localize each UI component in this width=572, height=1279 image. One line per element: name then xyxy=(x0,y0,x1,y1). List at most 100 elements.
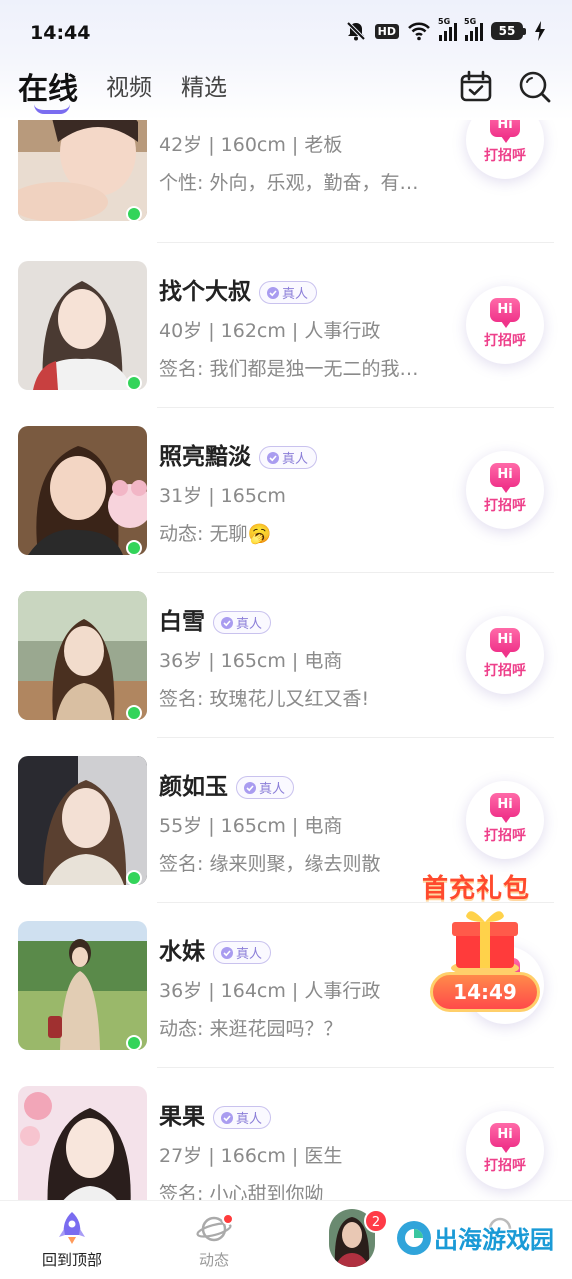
list-item[interactable]: 找个大叔 真人 40岁 | 162cm | 人事行政 签名: 我们都是独一无二的我… xyxy=(0,242,572,408)
user-name: 颜如玉 真人 xyxy=(159,767,295,801)
verified-seal-icon xyxy=(244,781,256,794)
greet-button[interactable]: Hi 打招呼 xyxy=(466,120,544,179)
online-status-dot xyxy=(126,870,142,886)
user-info: 36岁 | 164cm | 人事行政 xyxy=(159,980,381,1002)
watermark-text: 出海游戏园 xyxy=(434,1226,554,1254)
hi-bubble-icon: Hi xyxy=(490,463,520,493)
user-info: 55岁 | 165cm | 电商 xyxy=(159,815,343,837)
greet-label: 打招呼 xyxy=(484,828,526,844)
user-name: 白雪 真人 xyxy=(159,602,272,636)
greet-button[interactable]: Hi 打招呼 xyxy=(466,616,544,694)
list-item[interactable]: 果果 真人 27岁 | 166cm | 医生 签名: 小心甜到你呦 Hi 打招呼 xyxy=(0,1067,572,1200)
user-avatar[interactable] xyxy=(18,921,147,1050)
message-count-badge: 2 xyxy=(364,1209,388,1233)
verified-badge: 真人 xyxy=(213,1106,272,1129)
tab-online[interactable]: 在线 xyxy=(18,64,78,108)
user-list: 42岁 | 160cm | 老板 个性: 外向，乐观，勤奋，有… Hi 打招呼 … xyxy=(0,120,572,1200)
status-icons: HD 5G 5G 55 xyxy=(345,17,546,42)
user-avatar[interactable] xyxy=(18,1086,147,1200)
user-signature: 个性: 外向，乐观，勤奋，有… xyxy=(159,172,419,194)
hi-bubble-icon: Hi xyxy=(490,628,520,658)
battery-icon: 55 xyxy=(491,22,526,40)
greet-label: 打招呼 xyxy=(484,333,526,349)
greet-button[interactable]: Hi 打招呼 xyxy=(466,1111,544,1189)
signal-icon: 5G xyxy=(438,17,457,41)
online-status-dot xyxy=(126,1035,142,1051)
user-avatar[interactable] xyxy=(18,426,147,555)
tab-featured[interactable]: 精选 xyxy=(181,68,227,102)
watermark-logo: 出海游戏园 xyxy=(394,1206,564,1270)
online-status-dot xyxy=(126,375,142,391)
user-signature: 签名: 玫瑰花儿又红又香! xyxy=(159,688,370,710)
promo-countdown: 14:49 xyxy=(430,972,540,1012)
greet-label: 打招呼 xyxy=(484,498,526,514)
online-status-dot xyxy=(126,705,142,721)
user-signature: 动态: 无聊🥱 xyxy=(159,523,272,545)
list-item[interactable]: 42岁 | 160cm | 老板 个性: 外向，乐观，勤奋，有… Hi 打招呼 xyxy=(0,120,572,243)
list-item[interactable]: 照亮黯淡 真人 31岁 | 165cm 动态: 无聊🥱 Hi 打招呼 xyxy=(0,407,572,573)
status-bar: 14:44 HD 5G 5G 55 xyxy=(0,0,572,62)
verified-seal-icon xyxy=(221,1111,233,1124)
user-avatar[interactable] xyxy=(18,120,147,221)
verified-badge: 真人 xyxy=(259,446,318,469)
verified-badge: 真人 xyxy=(213,611,272,634)
online-status-dot xyxy=(126,206,142,222)
top-tab-bar: 在线 视频 精选 xyxy=(0,62,572,120)
user-info: 40岁 | 162cm | 人事行政 xyxy=(159,320,381,342)
verified-seal-icon xyxy=(267,286,279,299)
verified-badge: 真人 xyxy=(236,776,295,799)
user-info: 27岁 | 166cm | 医生 xyxy=(159,1145,343,1167)
signal-icon-2: 5G xyxy=(464,17,483,41)
user-signature: 签名: 缘来则聚，缘去则散 xyxy=(159,853,381,875)
tab-video[interactable]: 视频 xyxy=(106,68,152,102)
user-info: 36岁 | 165cm | 电商 xyxy=(159,650,343,672)
user-name: 照亮黯淡 真人 xyxy=(159,437,318,471)
greet-button[interactable]: Hi 打招呼 xyxy=(466,286,544,364)
watermark-icon xyxy=(397,1221,431,1255)
rocket-icon xyxy=(59,1212,85,1244)
greet-label: 打招呼 xyxy=(484,663,526,679)
user-signature: 签名: 小心甜到你呦 xyxy=(159,1183,324,1200)
user-info: 31岁 | 165cm xyxy=(159,485,286,507)
calendar-check-icon[interactable] xyxy=(459,70,493,104)
hi-bubble-icon: Hi xyxy=(490,298,520,328)
wifi-icon xyxy=(408,22,430,41)
first-recharge-promo[interactable]: 首充礼包 14:49 xyxy=(420,868,550,1018)
greet-button[interactable]: Hi 打招呼 xyxy=(466,451,544,529)
hd-indicator: HD xyxy=(374,23,399,39)
user-avatar[interactable] xyxy=(18,261,147,390)
user-name: 水妹 真人 xyxy=(159,932,272,966)
nav-label: 回到顶部 xyxy=(41,1251,102,1269)
list-item[interactable]: 白雪 真人 36岁 | 165cm | 电商 签名: 玫瑰花儿又红又香! Hi 打… xyxy=(0,572,572,738)
status-time: 14:44 xyxy=(30,22,91,44)
greet-label: 打招呼 xyxy=(484,148,526,164)
hi-bubble-icon: Hi xyxy=(490,1123,520,1153)
gift-box-icon xyxy=(451,911,519,976)
charging-icon xyxy=(535,21,545,41)
user-signature: 动态: 来逛花园吗？？ xyxy=(159,1018,343,1040)
hi-bubble-icon: Hi xyxy=(490,793,520,823)
hi-bubble-icon: Hi xyxy=(490,120,520,143)
verified-badge: 真人 xyxy=(213,941,272,964)
bell-muted-icon xyxy=(346,21,366,41)
user-signature: 签名: 我们都是独一无二的我… xyxy=(159,358,419,380)
user-avatar[interactable] xyxy=(18,591,147,720)
user-info: 42岁 | 160cm | 老板 xyxy=(159,134,343,156)
verified-seal-icon xyxy=(267,451,279,464)
verified-seal-icon xyxy=(221,616,233,629)
search-icon[interactable] xyxy=(518,70,552,104)
promo-title: 首充礼包 xyxy=(422,874,531,904)
nav-moments[interactable]: 动态 xyxy=(164,1201,264,1279)
nav-back-to-top[interactable]: 回到顶部 xyxy=(22,1201,122,1279)
verified-seal-icon xyxy=(221,946,233,959)
online-status-dot xyxy=(126,540,142,556)
user-name: 果果 真人 xyxy=(159,1097,272,1131)
notification-dot xyxy=(222,1213,234,1225)
user-name: 找个大叔 真人 xyxy=(159,272,318,306)
verified-badge: 真人 xyxy=(259,281,318,304)
user-avatar[interactable] xyxy=(18,756,147,885)
nav-label: 动态 xyxy=(198,1251,229,1269)
greet-button[interactable]: Hi 打招呼 xyxy=(466,781,544,859)
active-tab-indicator xyxy=(34,104,70,114)
greet-label: 打招呼 xyxy=(484,1158,526,1174)
